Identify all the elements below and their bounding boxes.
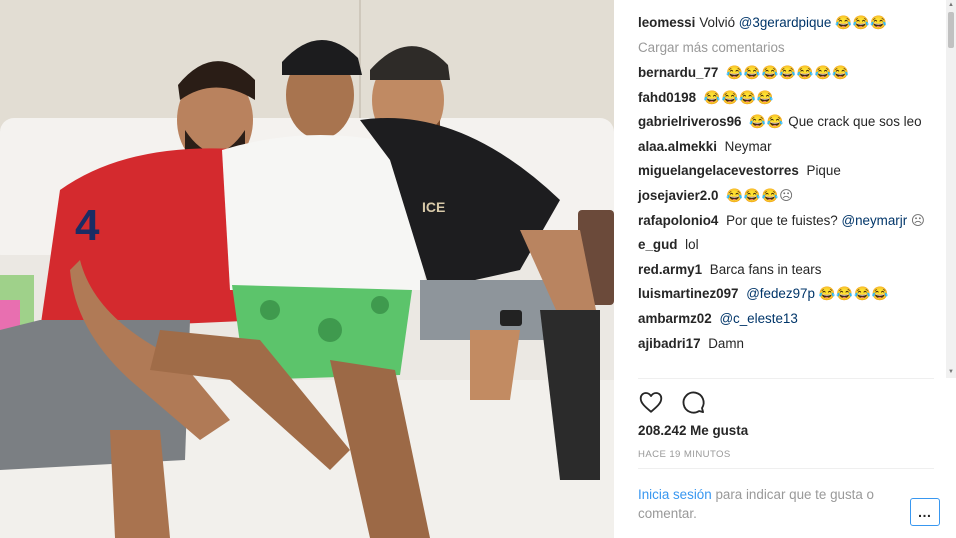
comment-row: luismartinez097 @fedez97p 😂😂😂😂 bbox=[638, 285, 928, 303]
post-timestamp: HACE 19 MINUTOS bbox=[638, 449, 731, 460]
post-actions bbox=[638, 389, 706, 415]
comment-row: miguelangelacevestorres Pique bbox=[638, 162, 928, 180]
comment-text: lol bbox=[685, 237, 699, 253]
svg-text:4: 4 bbox=[75, 201, 100, 250]
comment-icon[interactable] bbox=[680, 389, 706, 415]
divider bbox=[638, 468, 934, 469]
comment-text: Volvió bbox=[699, 15, 736, 30]
comment-username[interactable]: miguelangelacevestorres bbox=[638, 163, 799, 178]
comment-username[interactable]: ajibadri17 bbox=[638, 336, 701, 351]
comment-emoji: 😂😂😂😂 bbox=[818, 286, 890, 302]
comment-mention[interactable]: @c_eleste13 bbox=[719, 311, 797, 326]
comment-username[interactable]: ambarmz02 bbox=[638, 311, 712, 326]
comment-username[interactable]: e_gud bbox=[638, 237, 677, 252]
comment-text: Pique bbox=[806, 163, 841, 179]
comment-username[interactable]: leomessi bbox=[638, 15, 695, 30]
comment-text: Damn bbox=[708, 335, 744, 351]
scroll-down-arrow-icon[interactable]: ▼ bbox=[948, 369, 954, 375]
author-comment: leomessi Volvió @3gerardpique 😂😂😂 bbox=[638, 14, 928, 32]
comment-row: e_gud lol bbox=[638, 236, 928, 254]
comment-row: ambarmz02 @c_eleste13 bbox=[638, 310, 928, 328]
comment-username[interactable]: rafapolonio4 bbox=[638, 213, 718, 228]
comment-username[interactable]: gabrielriveros96 bbox=[638, 114, 741, 129]
comment-mention[interactable]: @neymarjr bbox=[841, 213, 907, 228]
heart-icon[interactable] bbox=[638, 389, 664, 415]
comments-scrollbar[interactable]: ▲ ▼ bbox=[946, 0, 956, 378]
comment-username[interactable]: fahd0198 bbox=[638, 90, 696, 105]
comment-username[interactable]: josejavier2.0 bbox=[638, 188, 718, 203]
comment-text: Por que te fuistes? bbox=[726, 212, 838, 228]
comment-emoji: 😂😂😂😂 bbox=[703, 89, 775, 105]
comment-row: bernardu_77 😂😂😂😂😂😂😂 bbox=[638, 64, 928, 82]
post-photo: 4 ICE bbox=[0, 0, 614, 538]
comment-username[interactable]: bernardu_77 bbox=[638, 65, 718, 80]
post-photo-illustration: 4 ICE bbox=[0, 0, 614, 538]
load-more-comments-link[interactable]: Cargar más comentarios bbox=[638, 40, 948, 55]
likes-count[interactable]: 208.242 Me gusta bbox=[638, 423, 748, 438]
comment-row: red.army1 Barca fans in tears bbox=[638, 261, 928, 279]
comment-row: josejavier2.0 😂😂😂☹ bbox=[638, 187, 928, 205]
more-options-icon: … bbox=[917, 504, 933, 520]
comment-emoji: 😂😂😂😂😂😂😂 bbox=[726, 65, 850, 80]
comment-row: ajibadri17 Damn bbox=[638, 335, 928, 353]
comment-mention[interactable]: @fedez97p bbox=[746, 286, 815, 301]
comment-emoji: 😂😂😂☹ bbox=[726, 187, 795, 203]
comment-row: rafapolonio4 Por que te fuistes? @neymar… bbox=[638, 212, 928, 230]
comments-panel: leomessi Volvió @3gerardpique 😂😂😂 Cargar … bbox=[614, 0, 956, 538]
login-link[interactable]: Inicia sesión bbox=[638, 487, 712, 502]
more-options-button[interactable]: … bbox=[910, 498, 940, 526]
login-prompt: Inicia sesión para indicar que te gusta … bbox=[638, 485, 908, 523]
comment-row: fahd0198 😂😂😂😂 bbox=[638, 89, 928, 107]
comment-emoji: 😂😂😂 bbox=[835, 15, 889, 30]
comment-emoji: ☹ bbox=[910, 212, 926, 228]
comment-text: Barca fans in tears bbox=[709, 261, 822, 277]
divider bbox=[638, 378, 934, 379]
comment-username[interactable]: alaa.almekki bbox=[638, 139, 717, 154]
comment-emoji: 😂😂 bbox=[749, 114, 785, 130]
comment-row: gabrielriveros96 😂😂 Que crack que sos le… bbox=[638, 113, 928, 131]
comment-row: alaa.almekki Neymar bbox=[638, 138, 928, 156]
comment-mention[interactable]: @3gerardpique bbox=[739, 15, 832, 30]
comments-list[interactable]: leomessi Volvió @3gerardpique 😂😂😂 Cargar … bbox=[614, 0, 948, 378]
comment-text: Neymar bbox=[724, 138, 772, 154]
comment-username[interactable]: red.army1 bbox=[638, 262, 702, 277]
scroll-up-arrow-icon[interactable]: ▲ bbox=[948, 2, 954, 8]
scrollbar-thumb[interactable] bbox=[948, 12, 954, 48]
comment-username[interactable]: luismartinez097 bbox=[638, 286, 738, 301]
svg-text:ICE: ICE bbox=[422, 199, 445, 215]
comment-text: Que crack que sos leo bbox=[788, 114, 922, 130]
